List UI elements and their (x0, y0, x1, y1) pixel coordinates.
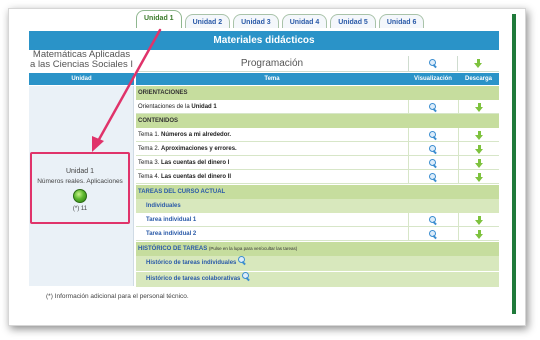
magnifier-icon (429, 144, 438, 154)
magnifier-icon (429, 158, 438, 168)
section-historico: HISTÓRICO DE TAREAS (Pulse en la lupa pa… (136, 242, 499, 256)
view-button[interactable] (408, 142, 458, 156)
item-bold: Las cuentas del dinero I (161, 160, 230, 166)
download-button[interactable] (458, 142, 499, 156)
list-item: Tema 1. Números a mi alrededor. (136, 128, 499, 142)
list-item: Tema 3. Las cuentas del dinero I (136, 156, 499, 170)
column-header-visualizacion: Visualización (408, 73, 458, 85)
tab-unidad-2[interactable]: Unidad 2 (184, 14, 231, 28)
item-prefix: Tema 1. (138, 132, 162, 138)
tab-unidad-1[interactable]: Unidad 1 (136, 10, 182, 28)
programacion-view-button[interactable] (408, 56, 458, 72)
historico-title: HISTÓRICO DE TAREAS (138, 246, 208, 252)
download-arrow-icon (474, 130, 484, 140)
list-item: Orientaciones de la Unidad 1 (136, 100, 499, 114)
tab-unidad-3[interactable]: Unidad 3 (233, 14, 279, 28)
column-header-descarga: Descarga (458, 73, 499, 85)
item-bold: Números a mi alrededor. (161, 132, 232, 138)
download-button[interactable] (458, 227, 499, 241)
download-arrow-icon (474, 158, 484, 168)
download-button[interactable] (458, 100, 499, 114)
historico-individuales: Histórico de tareas individuales (136, 256, 408, 270)
unit-summary: Unidad 1 Números reales. Aplicaciones (*… (30, 152, 130, 224)
unit-note: (*) 11 (72, 206, 88, 212)
green-edge (512, 14, 516, 314)
download-arrow-icon (474, 215, 484, 225)
magnifier-icon[interactable] (242, 272, 251, 281)
footnote: (*) Información adicional para el person… (46, 293, 189, 300)
download-arrow-icon (474, 59, 483, 68)
view-button[interactable] (408, 170, 458, 184)
tab-unidad-4[interactable]: Unidad 4 (281, 14, 328, 28)
magnifier-icon (429, 102, 438, 112)
item-prefix: Tema 3. (138, 160, 162, 166)
tab-unidad-6[interactable]: Unidad 6 (378, 14, 425, 28)
section-label: TAREAS DEL CURSO ACTUAL (138, 189, 226, 195)
item-label: Tema 4. Las cuentas del dinero II (136, 170, 408, 184)
column-header-unidad: Unidad (29, 73, 134, 85)
subsection-label: Individuales (146, 203, 181, 209)
section-orientaciones: ORIENTACIONES (136, 86, 499, 100)
item-bold: Unidad 1 (191, 104, 217, 110)
download-button[interactable] (458, 170, 499, 184)
green-orb-icon[interactable] (73, 189, 87, 203)
view-button[interactable] (408, 100, 458, 114)
column-header-tema: Tema (136, 73, 408, 85)
download-button[interactable] (458, 128, 499, 142)
subject-title: Matemáticas Aplicadas a las Ciencias Soc… (29, 50, 134, 72)
magnifier-icon (429, 130, 438, 140)
list-item: Tarea individual 1 (136, 213, 499, 227)
item-prefix: Orientaciones de la (138, 104, 192, 110)
view-button[interactable] (408, 128, 458, 142)
tarea-2-link[interactable]: Tarea individual 2 (136, 227, 408, 241)
hist-ind-label: Histórico de tareas individuales (146, 260, 237, 266)
historico-hint: (Pulse en la lupa para ver/ocultar las t… (208, 246, 298, 251)
historico-colaborativas-row: Histórico de tareas colaborativas (136, 272, 499, 287)
download-arrow-icon (474, 102, 484, 112)
page-title: Materiales didácticos (29, 31, 499, 50)
section-label: HISTÓRICO DE TAREAS (Pulse en la lupa pa… (136, 242, 408, 256)
unit-subtitle: Números reales. Aplicaciones (37, 178, 123, 185)
download-arrow-icon (474, 172, 484, 182)
list-item: Tema 4. Las cuentas del dinero II (136, 170, 499, 184)
unit-tabs: Unidad 1 Unidad 2 Unidad 3 Unidad 4 Unid… (136, 10, 425, 32)
section-label: ORIENTACIONES (138, 90, 188, 96)
historico-individuales-row: Histórico de tareas individuales (136, 256, 499, 271)
hist-col-label: Histórico de tareas colaborativas (146, 276, 241, 282)
unit-title: Unidad 1 (65, 168, 95, 175)
list-item: Tema 2. Aproximaciones y errores. (136, 142, 499, 156)
programacion-download-button[interactable] (458, 56, 499, 72)
download-button[interactable] (458, 213, 499, 227)
view-button[interactable] (408, 213, 458, 227)
download-arrow-icon (474, 229, 484, 239)
download-button[interactable] (458, 156, 499, 170)
subsection-individuales: Individuales (136, 199, 499, 213)
magnifier-icon[interactable] (238, 256, 247, 265)
section-tareas: TAREAS DEL CURSO ACTUAL (136, 185, 499, 199)
item-label: Tema 2. Aproximaciones y errores. (136, 142, 408, 156)
tarea-1-link[interactable]: Tarea individual 1 (136, 213, 408, 227)
section-contenidos: CONTENIDOS (136, 114, 499, 128)
item-prefix: Tema 2. (138, 146, 162, 152)
item-label: Tema 1. Números a mi alrededor. (136, 128, 408, 142)
download-arrow-icon (474, 144, 484, 154)
magnifier-icon (429, 215, 438, 225)
programacion-label: Programación (136, 56, 408, 72)
item-label: Orientaciones de la Unidad 1 (136, 100, 408, 114)
list-item: Tarea individual 2 (136, 227, 499, 241)
magnifier-icon (429, 172, 438, 182)
item-bold: Las cuentas del dinero II (161, 174, 232, 180)
magnifier-icon (428, 59, 438, 68)
item-label: Tema 3. Las cuentas del dinero I (136, 156, 408, 170)
magnifier-icon (429, 229, 438, 239)
historico-colaborativas: Histórico de tareas colaborativas (136, 272, 408, 286)
section-label: CONTENIDOS (138, 118, 179, 124)
item-bold: Aproximaciones y errores. (161, 146, 237, 152)
view-button[interactable] (408, 227, 458, 241)
subject-line-2: a las Ciencias Sociales I (30, 59, 133, 70)
tab-unidad-5[interactable]: Unidad 5 (330, 14, 376, 28)
item-prefix: Tema 4. (138, 174, 162, 180)
view-button[interactable] (408, 156, 458, 170)
